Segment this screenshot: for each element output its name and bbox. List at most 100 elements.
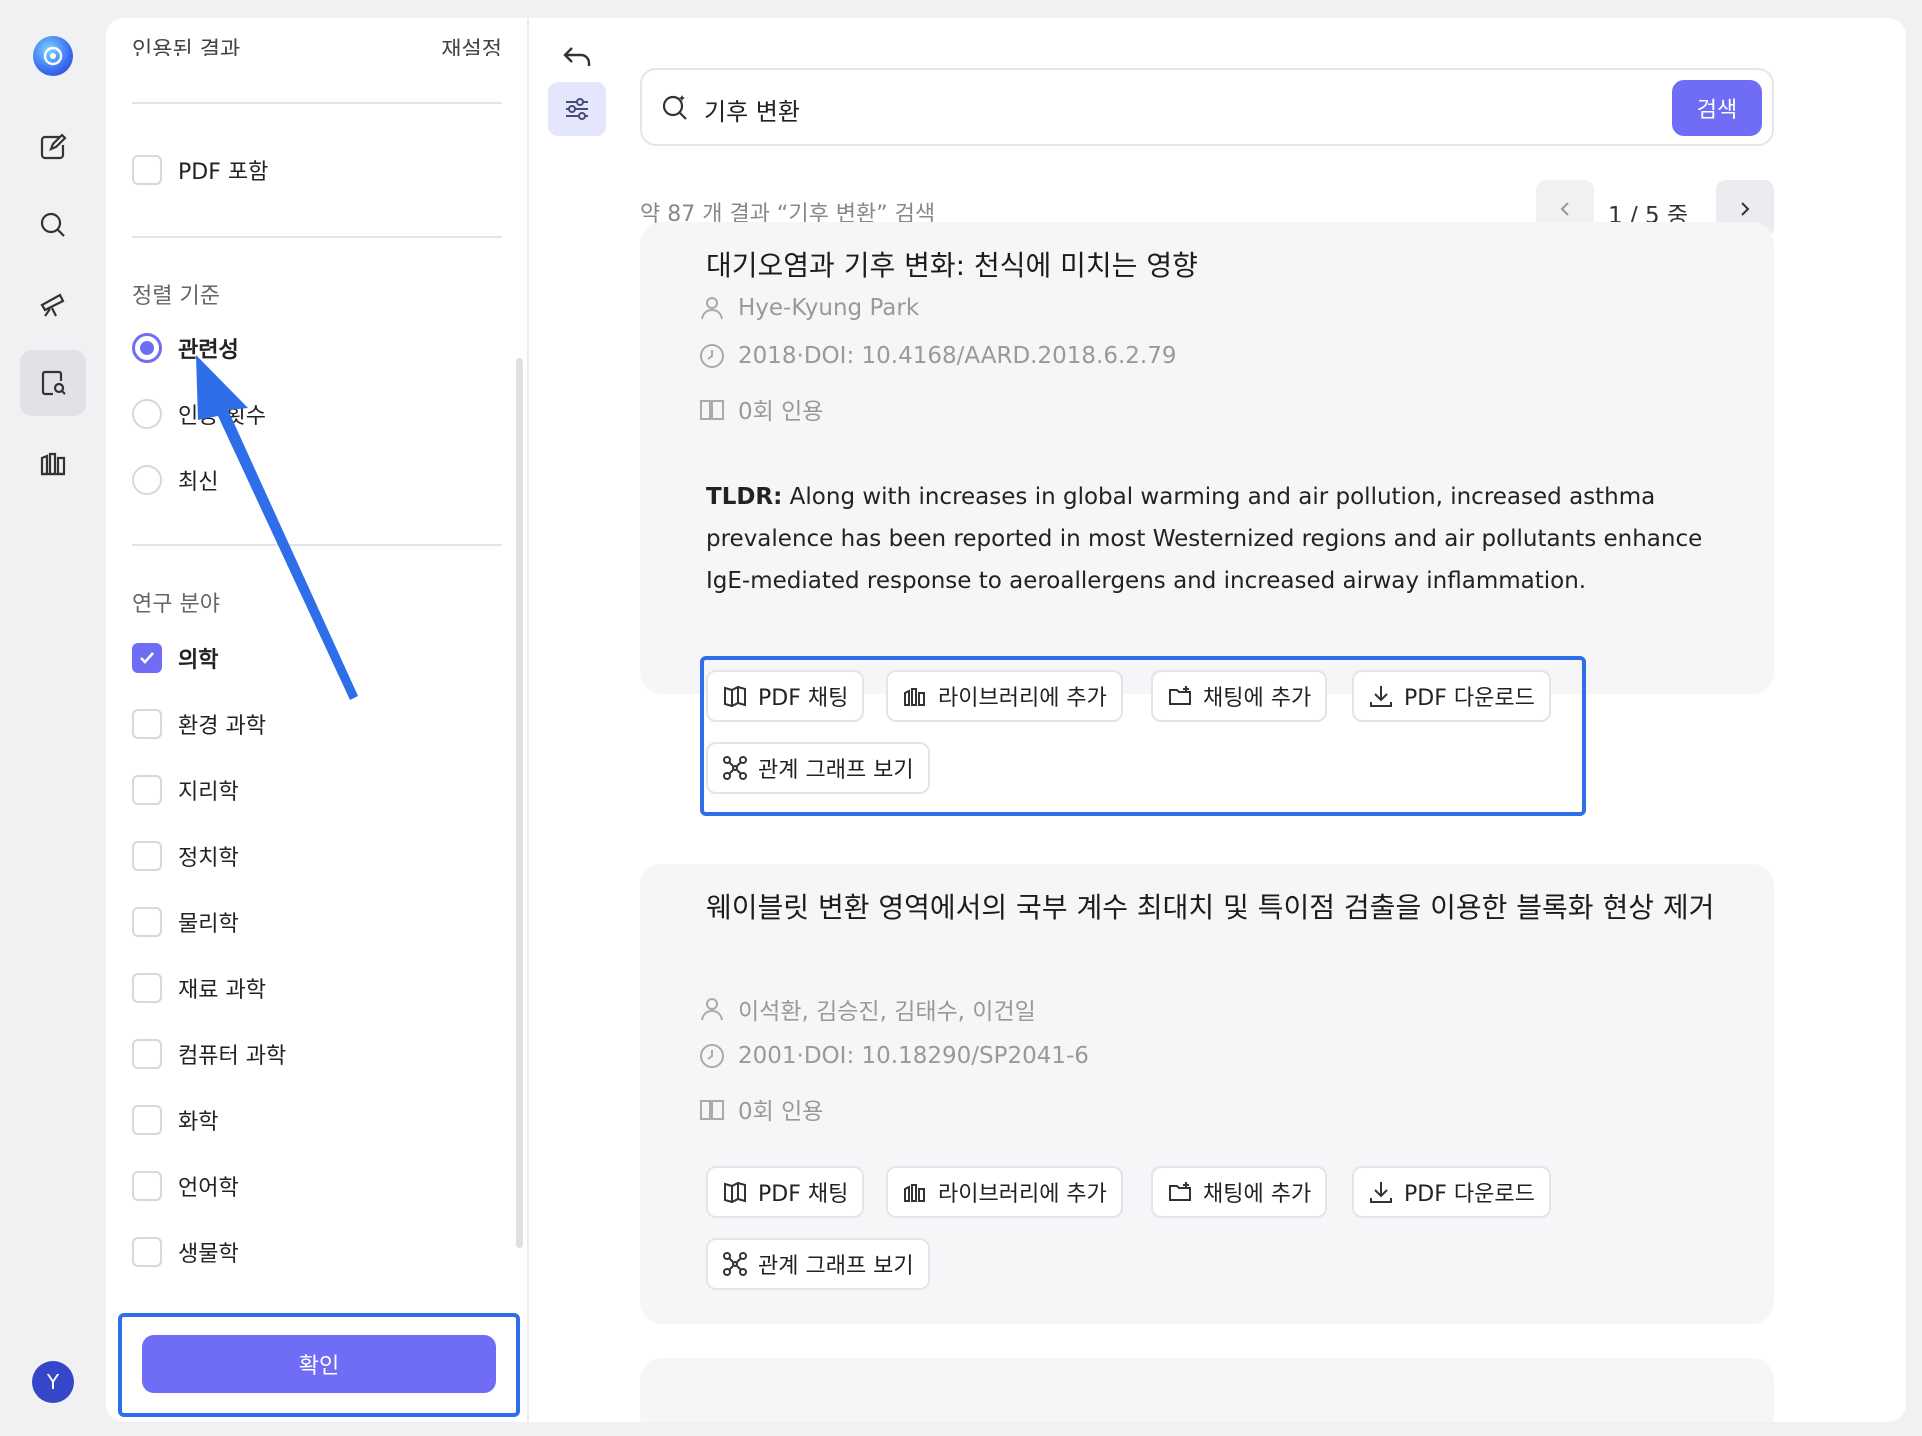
field-label: 물리학: [178, 912, 239, 937]
search-icon[interactable]: [20, 192, 86, 258]
result-authors: 이석환, 김승진, 김태수, 이건일: [698, 992, 1036, 1026]
checkbox[interactable]: [132, 775, 162, 805]
field-option-medicine[interactable]: 의학: [132, 642, 218, 674]
pdf-chat-button[interactable]: PDF 채팅: [706, 1166, 865, 1218]
chevron-left-icon: [1560, 202, 1569, 216]
left-rail: Y: [0, 0, 106, 1436]
filter-toggle-button[interactable]: [548, 82, 606, 136]
result-card: 대기오염과 기후 변화: 천식에 미치는 영향 Hye-Kyung Park 2…: [640, 222, 1774, 694]
pdf-include-label: PDF 포함: [178, 160, 269, 185]
sort-option-citations[interactable]: 인용 횟수: [132, 398, 266, 430]
user-icon: [701, 998, 723, 1021]
sort-option-relevance[interactable]: 관련성: [132, 332, 239, 364]
filter-sidebar: 인용된 결과 재설정 PDF 포함 정렬 기준 관련성 인용 횟수 최신 연구 …: [106, 18, 529, 1422]
field-option[interactable]: 생물학: [132, 1236, 239, 1268]
authors-text: 이석환, 김승진, 김태수, 이건일: [738, 999, 1036, 1025]
ai-search-icon: [662, 95, 687, 120]
doc-search-icon[interactable]: [20, 350, 86, 416]
divider: [132, 236, 502, 238]
field-label: 정치학: [178, 846, 239, 871]
field-option[interactable]: 물리학: [132, 906, 239, 938]
field-option[interactable]: 정치학: [132, 840, 239, 872]
search-button[interactable]: 검색: [1672, 80, 1762, 136]
add-chat-button[interactable]: 채팅에 추가: [1151, 1166, 1328, 1218]
authors-text: Hye-Kyung Park: [738, 295, 920, 321]
cited-results-label: 인용된 결과: [132, 38, 241, 56]
checkbox-checked[interactable]: [132, 643, 162, 673]
pdf-chat-icon: [724, 1181, 746, 1204]
edit-icon[interactable]: [20, 114, 86, 180]
field-label: 컴퓨터 과학: [178, 1044, 287, 1069]
radio-latest[interactable]: [132, 465, 162, 495]
field-label: 재료 과학: [178, 978, 266, 1003]
telescope-icon[interactable]: [20, 270, 86, 336]
pdf-download-button[interactable]: PDF 다운로드: [1352, 1166, 1551, 1218]
checkbox[interactable]: [132, 1171, 162, 1201]
back-icon[interactable]: [560, 40, 594, 74]
actions-highlight: [700, 656, 1586, 816]
sliders-icon: [566, 98, 588, 120]
radio-citations[interactable]: [132, 399, 162, 429]
result-doi: 2001·DOI: 10.18290/SP2041-6: [698, 1042, 1089, 1070]
avatar[interactable]: Y: [32, 1361, 74, 1403]
download-icon: [1370, 1182, 1392, 1203]
pdf-include-checkbox[interactable]: [132, 155, 162, 185]
pdf-include-option[interactable]: PDF 포함: [132, 154, 268, 186]
sort-option-label: 관련성: [178, 338, 239, 363]
action-label: PDF 다운로드: [1404, 1182, 1535, 1207]
reset-link[interactable]: 재설정: [441, 32, 502, 56]
checkbox[interactable]: [132, 841, 162, 871]
field-label: 지리학: [178, 780, 239, 805]
confirm-button[interactable]: 확인: [142, 1335, 496, 1393]
tldr-label: TLDR:: [706, 484, 783, 510]
field-option[interactable]: 재료 과학: [132, 972, 266, 1004]
checkbox[interactable]: [132, 1237, 162, 1267]
checkbox[interactable]: [132, 1105, 162, 1135]
citations-text: 0회 인용: [738, 1099, 824, 1125]
graph-icon: [723, 1252, 747, 1276]
logo-icon[interactable]: [33, 36, 73, 76]
main-panel: 인용된 결과 재설정 PDF 포함 정렬 기준 관련성 인용 횟수 최신 연구 …: [106, 18, 1906, 1422]
field-label: 생물학: [178, 1242, 239, 1267]
checkbox[interactable]: [132, 709, 162, 739]
result-title[interactable]: 웨이블릿 변환 영역에서의 국부 계수 최대치 및 특이점 검출을 이용한 블록…: [706, 886, 1726, 930]
user-icon: [701, 297, 723, 320]
add-library-button[interactable]: 라이브러리에 추가: [886, 1166, 1123, 1218]
chevron-right-icon: [1741, 202, 1750, 216]
search-bar: 기후 변환 검색: [640, 68, 1774, 146]
divider: [132, 102, 502, 104]
field-option[interactable]: 지리학: [132, 774, 239, 806]
confirm-highlight: 확인: [118, 1313, 520, 1417]
radio-relevance[interactable]: [132, 333, 162, 363]
field-title: 연구 분야: [132, 592, 220, 617]
checkbox[interactable]: [132, 907, 162, 937]
library-icon[interactable]: [20, 430, 86, 496]
search-input[interactable]: 기후 변환: [704, 92, 800, 127]
checkbox[interactable]: [132, 1039, 162, 1069]
filter-header: 인용된 결과 재설정: [132, 32, 502, 56]
relation-graph-button[interactable]: 관계 그래프 보기: [706, 1238, 930, 1290]
field-option[interactable]: 화학: [132, 1104, 218, 1136]
action-label: PDF 채팅: [758, 1182, 849, 1207]
book-icon: [700, 400, 724, 420]
citations-text: 0회 인용: [738, 399, 824, 425]
sort-option-label: 인용 횟수: [178, 404, 266, 429]
doi-text: 2018·DOI: 10.4168/AARD.2018.6.2.79: [738, 343, 1177, 369]
result-citations: 0회 인용: [698, 392, 823, 426]
field-option[interactable]: 컴퓨터 과학: [132, 1038, 286, 1070]
divider: [132, 544, 502, 546]
sort-option-latest[interactable]: 최신: [132, 464, 218, 496]
result-card: [640, 1358, 1774, 1422]
field-option[interactable]: 환경 과학: [132, 708, 266, 740]
field-option[interactable]: 언어학: [132, 1170, 239, 1202]
clock-icon: [700, 344, 724, 368]
filter-scrollbar[interactable]: [516, 358, 523, 1248]
doi-text: 2001·DOI: 10.18290/SP2041-6: [738, 1043, 1089, 1069]
checkbox[interactable]: [132, 973, 162, 1003]
action-label: 라이브러리에 추가: [938, 1182, 1107, 1207]
result-title[interactable]: 대기오염과 기후 변화: 천식에 미치는 영향: [706, 244, 1726, 288]
clock-icon: [700, 1044, 724, 1068]
field-label: 언어학: [178, 1176, 239, 1201]
field-label: 화학: [178, 1110, 219, 1135]
tldr-text: Along with increases in global warming a…: [706, 484, 1703, 594]
